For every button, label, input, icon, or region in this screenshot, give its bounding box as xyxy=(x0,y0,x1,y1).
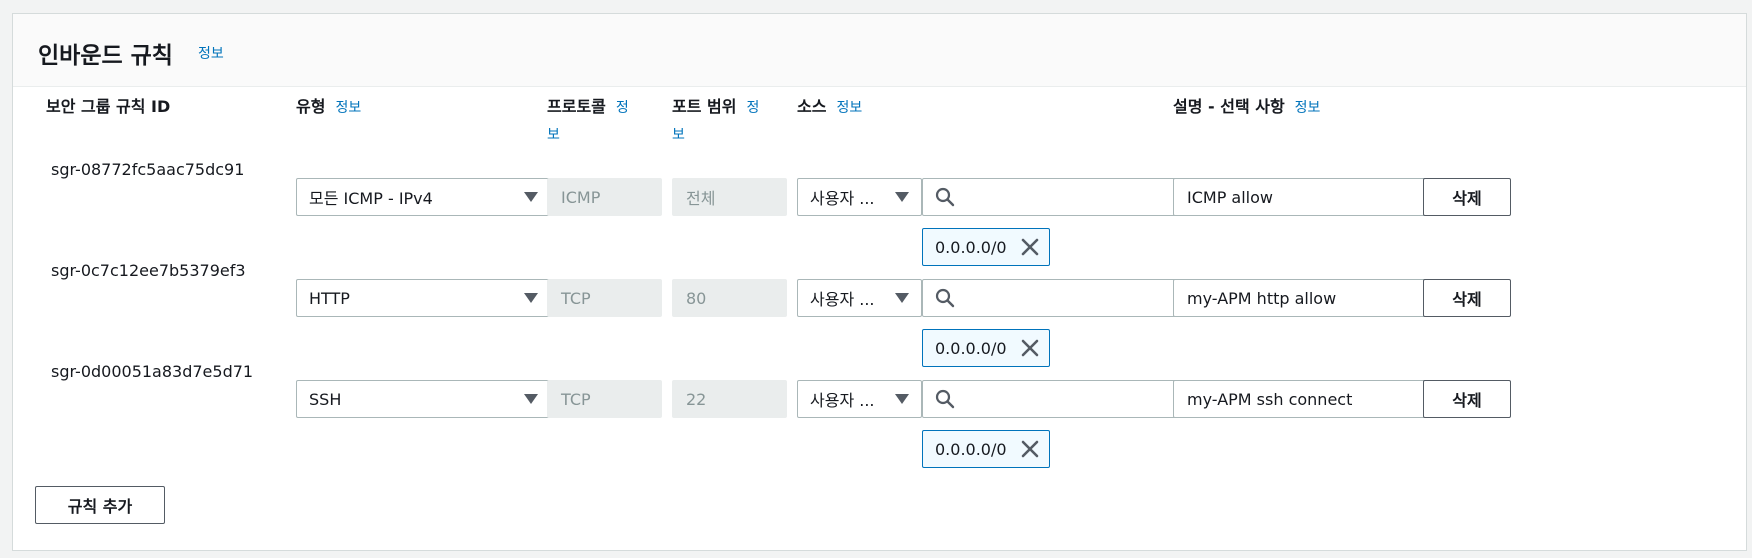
cidr-token: 0.0.0.0/0 xyxy=(922,430,1050,468)
protocol-field: TCP xyxy=(547,380,662,418)
caret-down-icon xyxy=(524,293,538,303)
column-header-rule-id: 보안 그룹 규칙 ID xyxy=(46,94,170,119)
type-select-value: 모든 ICMP - IPv4 xyxy=(309,189,433,208)
column-header-port-range: 포트 범위 정 보 xyxy=(672,94,782,148)
delete-rule-button[interactable]: 삭제 xyxy=(1423,279,1511,317)
type-select-value: HTTP xyxy=(309,288,350,308)
source-info-link[interactable]: 정보 xyxy=(836,100,862,116)
panel-header: 인바운드 규칙 정보 xyxy=(13,14,1746,87)
column-header-description: 설명 - 선택 사항 정보 xyxy=(1173,94,1320,121)
source-type-value: 사용자 ... xyxy=(810,290,875,309)
cidr-token-label: 0.0.0.0/0 xyxy=(935,439,1007,459)
source-search-field[interactable] xyxy=(963,288,1165,308)
search-icon xyxy=(935,389,955,409)
type-select-value: SSH xyxy=(309,389,342,409)
search-icon xyxy=(935,288,955,308)
close-icon[interactable] xyxy=(1021,238,1039,256)
source-type-select[interactable]: 사용자 ... xyxy=(797,279,922,317)
panel-title: 인바운드 규칙 xyxy=(38,43,173,69)
caret-down-icon xyxy=(895,192,909,202)
rule-id: sgr-0c7c12ee7b5379ef3 xyxy=(51,261,246,280)
inbound-rules-panel: 인바운드 규칙 정보 보안 그룹 규칙 ID 유형 정보 프로토콜 정 보 포트 범… xyxy=(12,13,1747,551)
rule-id: sgr-0d00051a83d7e5d71 xyxy=(51,362,254,381)
cidr-token-label: 0.0.0.0/0 xyxy=(935,237,1007,257)
caret-down-icon xyxy=(895,394,909,404)
source-search-input[interactable] xyxy=(922,178,1178,216)
cidr-token: 0.0.0.0/0 xyxy=(922,228,1050,266)
description-input[interactable]: my-APM http allow xyxy=(1173,279,1428,317)
column-label-rule-id: 보안 그룹 규칙 ID xyxy=(46,97,171,116)
column-label-source: 소스 xyxy=(797,97,827,116)
protocol-info-link-cont[interactable]: 보 xyxy=(547,127,560,143)
delete-rule-button[interactable]: 삭제 xyxy=(1423,380,1511,418)
column-label-description: 설명 - 선택 사항 xyxy=(1173,97,1285,116)
column-label-port-range: 포트 범위 xyxy=(672,97,737,116)
source-search-field[interactable] xyxy=(963,389,1165,409)
type-info-link[interactable]: 정보 xyxy=(335,100,361,116)
description-info-link[interactable]: 정보 xyxy=(1295,100,1321,116)
port-range-field: 22 xyxy=(672,380,787,418)
protocol-info-link[interactable]: 정 xyxy=(616,100,629,116)
type-select[interactable]: SSH xyxy=(296,380,551,418)
cidr-token: 0.0.0.0/0 xyxy=(922,329,1050,367)
delete-rule-button[interactable]: 삭제 xyxy=(1423,178,1511,216)
caret-down-icon xyxy=(895,293,909,303)
close-icon[interactable] xyxy=(1021,440,1039,458)
add-rule-button[interactable]: 규칙 추가 xyxy=(35,486,165,524)
protocol-field: ICMP xyxy=(547,178,662,216)
column-header-type: 유형 정보 xyxy=(296,94,361,121)
caret-down-icon xyxy=(524,192,538,202)
close-icon[interactable] xyxy=(1021,339,1039,357)
source-search-field[interactable] xyxy=(963,187,1165,207)
column-label-protocol: 프로토콜 xyxy=(547,97,606,116)
source-type-value: 사용자 ... xyxy=(810,189,875,208)
search-icon xyxy=(935,187,955,207)
rule-id: sgr-08772fc5aac75dc91 xyxy=(51,160,245,179)
port-range-field: 전체 xyxy=(672,178,787,216)
source-search-input[interactable] xyxy=(922,380,1178,418)
caret-down-icon xyxy=(524,394,538,404)
source-search-input[interactable] xyxy=(922,279,1178,317)
port-range-field: 80 xyxy=(672,279,787,317)
cidr-token-label: 0.0.0.0/0 xyxy=(935,338,1007,358)
description-input[interactable]: my-APM ssh connect xyxy=(1173,380,1428,418)
source-type-select[interactable]: 사용자 ... xyxy=(797,178,922,216)
source-type-select[interactable]: 사용자 ... xyxy=(797,380,922,418)
panel-info-link[interactable]: 정보 xyxy=(198,43,224,63)
port-info-link[interactable]: 정 xyxy=(746,100,759,116)
description-input[interactable]: ICMP allow xyxy=(1173,178,1428,216)
type-select[interactable]: HTTP xyxy=(296,279,551,317)
port-info-link-cont[interactable]: 보 xyxy=(672,127,685,143)
type-select[interactable]: 모든 ICMP - IPv4 xyxy=(296,178,551,216)
protocol-field: TCP xyxy=(547,279,662,317)
column-header-source: 소스 정보 xyxy=(797,94,862,121)
column-label-type: 유형 xyxy=(296,97,326,116)
source-type-value: 사용자 ... xyxy=(810,391,875,410)
column-header-protocol: 프로토콜 정 보 xyxy=(547,94,647,148)
